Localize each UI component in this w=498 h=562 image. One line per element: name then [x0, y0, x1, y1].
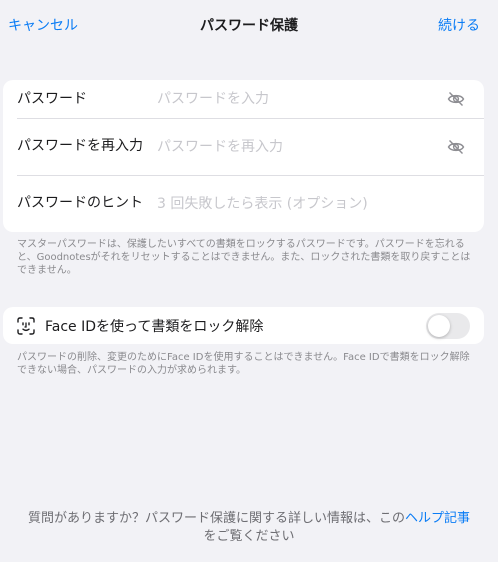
password-label: パスワード	[17, 90, 87, 107]
confirm-password-input[interactable]	[157, 138, 436, 155]
face-id-card: Face IDを使って書類をロック解除	[3, 307, 484, 344]
toggle-knob	[428, 314, 450, 337]
password-hint-input[interactable]	[157, 195, 484, 212]
face-id-icon	[17, 316, 35, 335]
confirm-password-label: パスワードを再入力	[17, 138, 143, 154]
help-text: 質問がありますか？パスワード保護に関する詳しい情報は、このヘルプ記事 をご覧くだ…	[0, 510, 498, 546]
eye-slash-icon[interactable]	[436, 132, 476, 162]
navigation-bar: キャンセル パスワード保護 続ける	[0, 0, 498, 50]
continue-button[interactable]: 続ける	[438, 15, 480, 35]
password-hint-row: パスワードのヒント	[3, 175, 484, 232]
eye-slash-icon[interactable]	[436, 84, 476, 114]
face-id-row: Face IDを使って書類をロック解除	[3, 307, 484, 344]
help-text-prefix: 質問がありますか？パスワード保護に関する詳しい情報は、この	[27, 511, 405, 526]
confirm-password-row: パスワードを再入力	[3, 118, 484, 175]
password-input[interactable]	[157, 91, 436, 107]
help-article-link[interactable]: ヘルプ記事	[405, 511, 470, 526]
face-id-toggle[interactable]	[426, 312, 470, 339]
password-footnote: マスターパスワードは、保護したいすべての書類をロックするパスワードです。パスワー…	[17, 239, 471, 276]
password-protection-sheet: キャンセル パスワード保護 続ける パスワード パスワードを再入力 パスワードの…	[0, 0, 498, 562]
page-title: パスワード保護	[200, 18, 298, 34]
face-id-footnote: パスワードの削除、変更のためにFace IDを使用することはできません。Face…	[17, 352, 470, 376]
password-row: パスワード	[3, 80, 484, 118]
password-form-card: パスワード パスワードを再入力 パスワードのヒント 3 回失敗したら表示 (オプ…	[3, 80, 484, 232]
password-hint-label: パスワードのヒント	[17, 195, 143, 211]
help-text-suffix: をご覧ください	[203, 529, 295, 544]
face-id-label: Face IDを使って書類をロック解除	[45, 318, 264, 335]
